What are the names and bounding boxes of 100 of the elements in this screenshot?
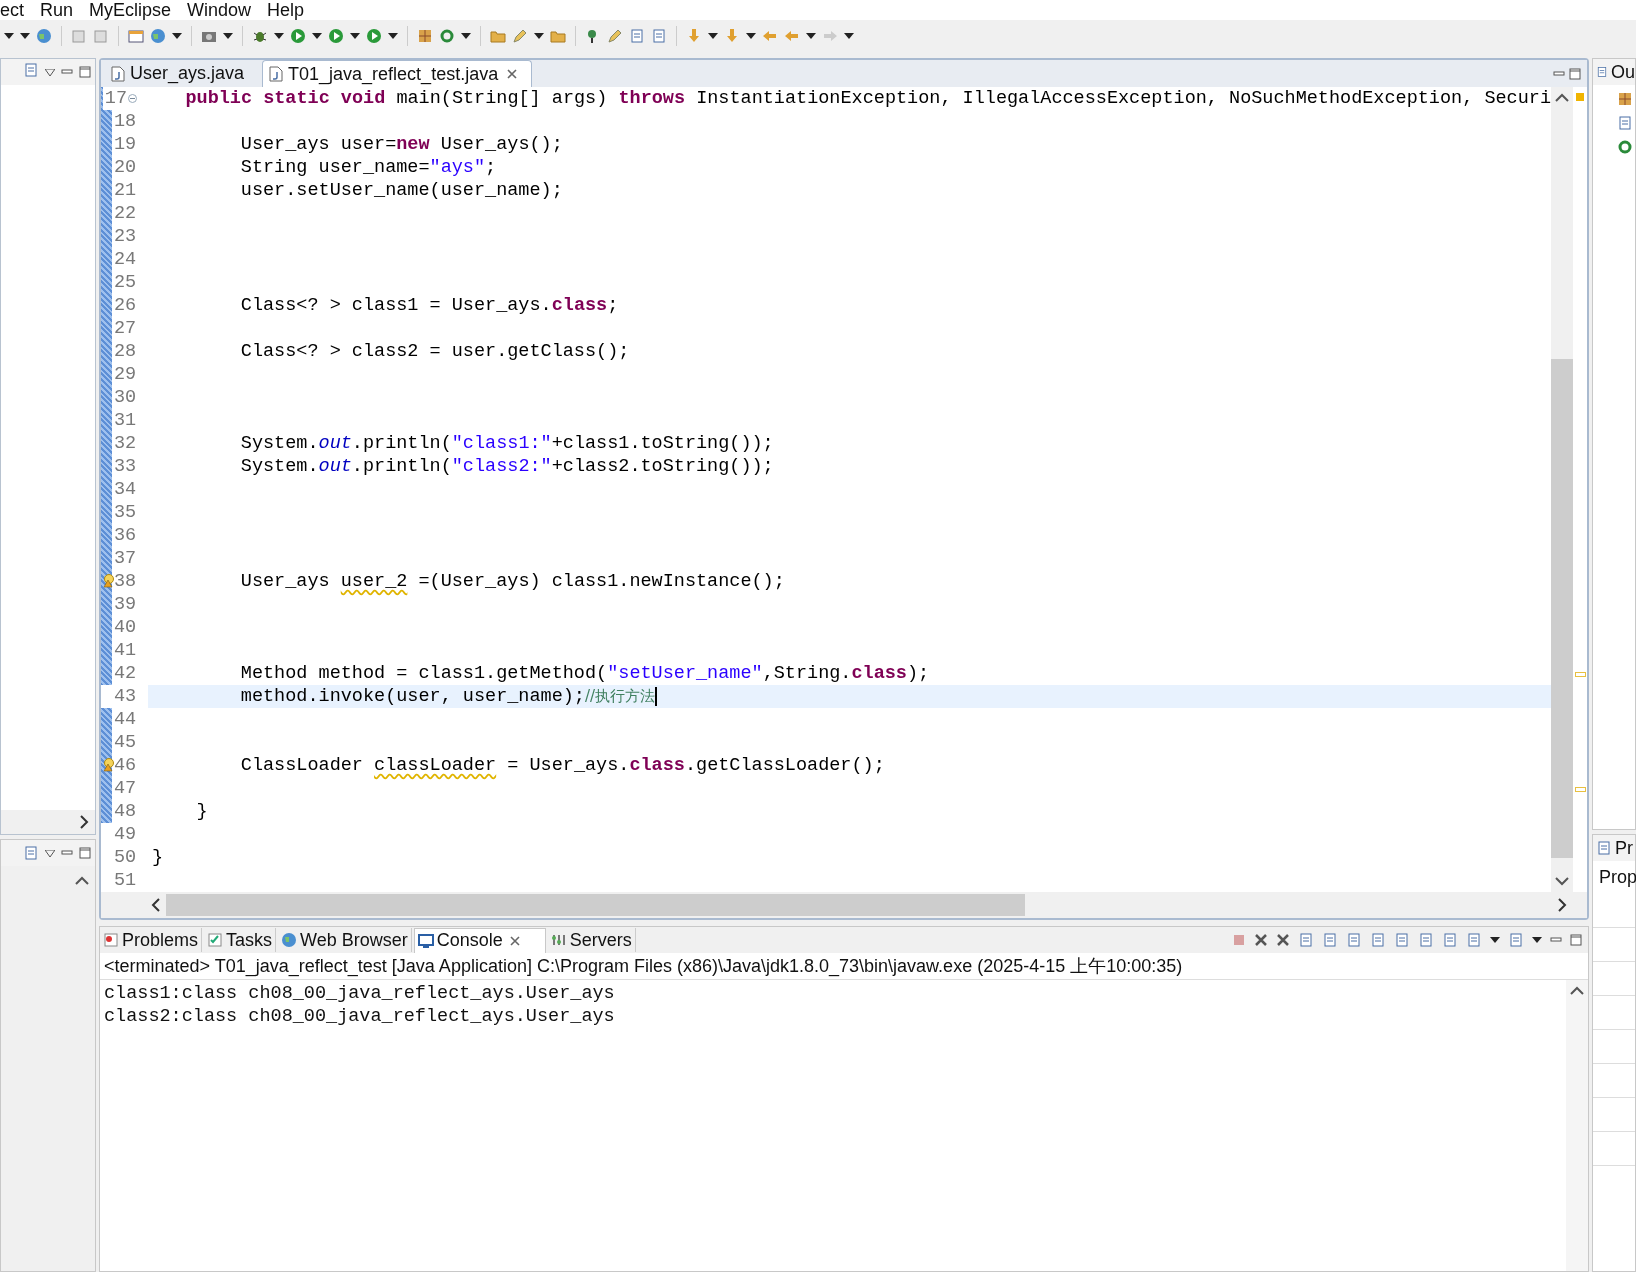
page-icon[interactable] (1508, 932, 1524, 948)
line-number: 37 (114, 548, 137, 569)
dropdown-caret-icon[interactable] (534, 33, 544, 39)
page-icon[interactable] (651, 28, 667, 44)
page-icon[interactable] (1346, 932, 1362, 948)
globe-icon[interactable] (36, 28, 52, 44)
line-number: 49 (114, 824, 137, 845)
page-icon[interactable] (629, 28, 645, 44)
warning-marker-icon[interactable] (1576, 93, 1584, 101)
run-icon[interactable] (290, 28, 306, 44)
run-icon[interactable] (366, 28, 382, 44)
dropdown-caret-icon[interactable] (274, 33, 284, 39)
occurrence-marker-icon[interactable] (1575, 787, 1586, 792)
line-number: 18 (114, 111, 137, 132)
console-icon (417, 932, 434, 949)
line-number: 26 (114, 295, 137, 316)
collapse-icon[interactable] (128, 94, 137, 103)
warning-bulb-icon[interactable] (103, 758, 115, 772)
editor-tab[interactable]: User_ays.java (105, 60, 259, 87)
page-icon[interactable] (23, 61, 39, 78)
code-line: System.out.println("class2:"+class2.toString()); (239, 456, 774, 477)
maximize-icon[interactable] (1569, 67, 1581, 80)
menu-item[interactable]: ect (0, 0, 24, 20)
maximize-icon[interactable] (1570, 934, 1582, 946)
menu-item[interactable]: Help (267, 0, 305, 20)
page-icon[interactable] (1617, 115, 1633, 131)
view-tab[interactable]: Console (413, 927, 546, 953)
code-line: ClassLoader classLoader = User_ays.class.getClassLoader(); (239, 755, 885, 776)
tasks-icon (207, 932, 224, 948)
line-number: 35 (114, 502, 137, 523)
down-arrow-icon[interactable] (686, 28, 702, 44)
page-icon[interactable] (1322, 932, 1338, 948)
dropdown-caret-icon[interactable] (844, 33, 854, 39)
remove-icon[interactable] (1276, 933, 1290, 947)
page-icon[interactable] (1298, 932, 1314, 948)
dropdown-caret-icon[interactable] (1532, 937, 1542, 943)
close-icon[interactable] (509, 935, 520, 946)
back-arrow-icon[interactable] (762, 28, 778, 44)
occurrence-marker-icon[interactable] (1575, 672, 1586, 677)
dropdown-caret-icon[interactable] (172, 33, 182, 39)
scrollbar-thumb[interactable] (166, 894, 1026, 916)
folder-icon[interactable] (550, 28, 566, 44)
dropdown-caret-icon[interactable] (461, 33, 471, 39)
menu-item[interactable]: MyEclipse (89, 0, 172, 20)
run-icon[interactable] (328, 28, 344, 44)
code-line: } (195, 801, 208, 822)
view-tab[interactable]: Web Browser (278, 928, 412, 952)
dropdown-caret-icon[interactable] (223, 33, 233, 39)
java-file-icon (111, 65, 125, 82)
line-number: 48 (114, 801, 137, 822)
maximize-icon[interactable] (79, 66, 91, 78)
servers-icon (550, 932, 567, 948)
dropdown-caret-icon[interactable] (388, 33, 398, 39)
line-number: 28 (114, 341, 137, 362)
view-tab[interactable]: Problems (100, 928, 203, 952)
package-icon[interactable] (1617, 91, 1633, 107)
line-number: 33 (114, 456, 137, 477)
down-arrow-icon[interactable] (724, 28, 740, 44)
stop-icon[interactable] (1232, 933, 1246, 947)
remove-icon[interactable] (1254, 933, 1268, 947)
line-number: 42 (114, 663, 137, 684)
process-status: <terminated> T01_java_reflect_test [Java Application] C:\Program Files (x86)\Java\jdk1.8.0_73\bin\javaw.exe (2025-4-15 上午10:00:35) (100, 953, 1588, 980)
dropdown-caret-icon[interactable] (312, 33, 322, 39)
warning-bulb-icon[interactable] (103, 574, 115, 588)
scrollbar-thumb[interactable] (1551, 359, 1573, 858)
maximize-icon[interactable] (79, 847, 91, 859)
view-menu-icon[interactable] (45, 849, 55, 857)
globe-icon[interactable] (150, 28, 166, 44)
page-icon[interactable] (23, 845, 39, 861)
dropdown-caret-icon[interactable] (806, 33, 816, 39)
dropdown-caret-icon[interactable] (746, 33, 756, 39)
page-icon[interactable] (1394, 932, 1410, 948)
view-tab[interactable]: Servers (547, 928, 636, 952)
editor-tab[interactable]: T01_java_reflect_test.java (262, 60, 533, 87)
pencil-icon[interactable] (512, 28, 528, 44)
page-icon[interactable] (1466, 932, 1482, 948)
page-icon[interactable] (1370, 932, 1386, 948)
menu-item[interactable]: Window (187, 0, 252, 20)
console-output-line: class1:class ch08_00_java_reflect_ays.User_ays (104, 982, 616, 1005)
pencil-icon[interactable] (607, 28, 623, 44)
code-line: } (152, 847, 164, 868)
properties-header: Prop (1598, 866, 1635, 889)
page-icon[interactable] (1442, 932, 1458, 948)
console-output-line: class2:class ch08_00_java_reflect_ays.User_ays (104, 1005, 616, 1028)
view-tab[interactable]: Tasks (204, 928, 277, 952)
page-icon[interactable] (1418, 932, 1434, 948)
close-icon[interactable] (507, 69, 518, 79)
folder-icon[interactable] (490, 28, 506, 44)
dropdown-caret-icon[interactable] (350, 33, 360, 39)
package-icon[interactable] (417, 28, 433, 44)
menu-item[interactable]: Run (40, 0, 74, 20)
page-icon[interactable] (1596, 840, 1612, 856)
page-icon[interactable] (1596, 64, 1608, 80)
view-menu-icon[interactable] (45, 68, 55, 76)
window-icon[interactable] (128, 28, 144, 44)
dropdown-caret-icon[interactable] (708, 33, 718, 39)
line-number: 51 (114, 870, 137, 891)
back-arrow-icon[interactable] (784, 28, 800, 44)
text-cursor (655, 687, 658, 706)
dropdown-caret-icon[interactable] (1490, 937, 1500, 943)
